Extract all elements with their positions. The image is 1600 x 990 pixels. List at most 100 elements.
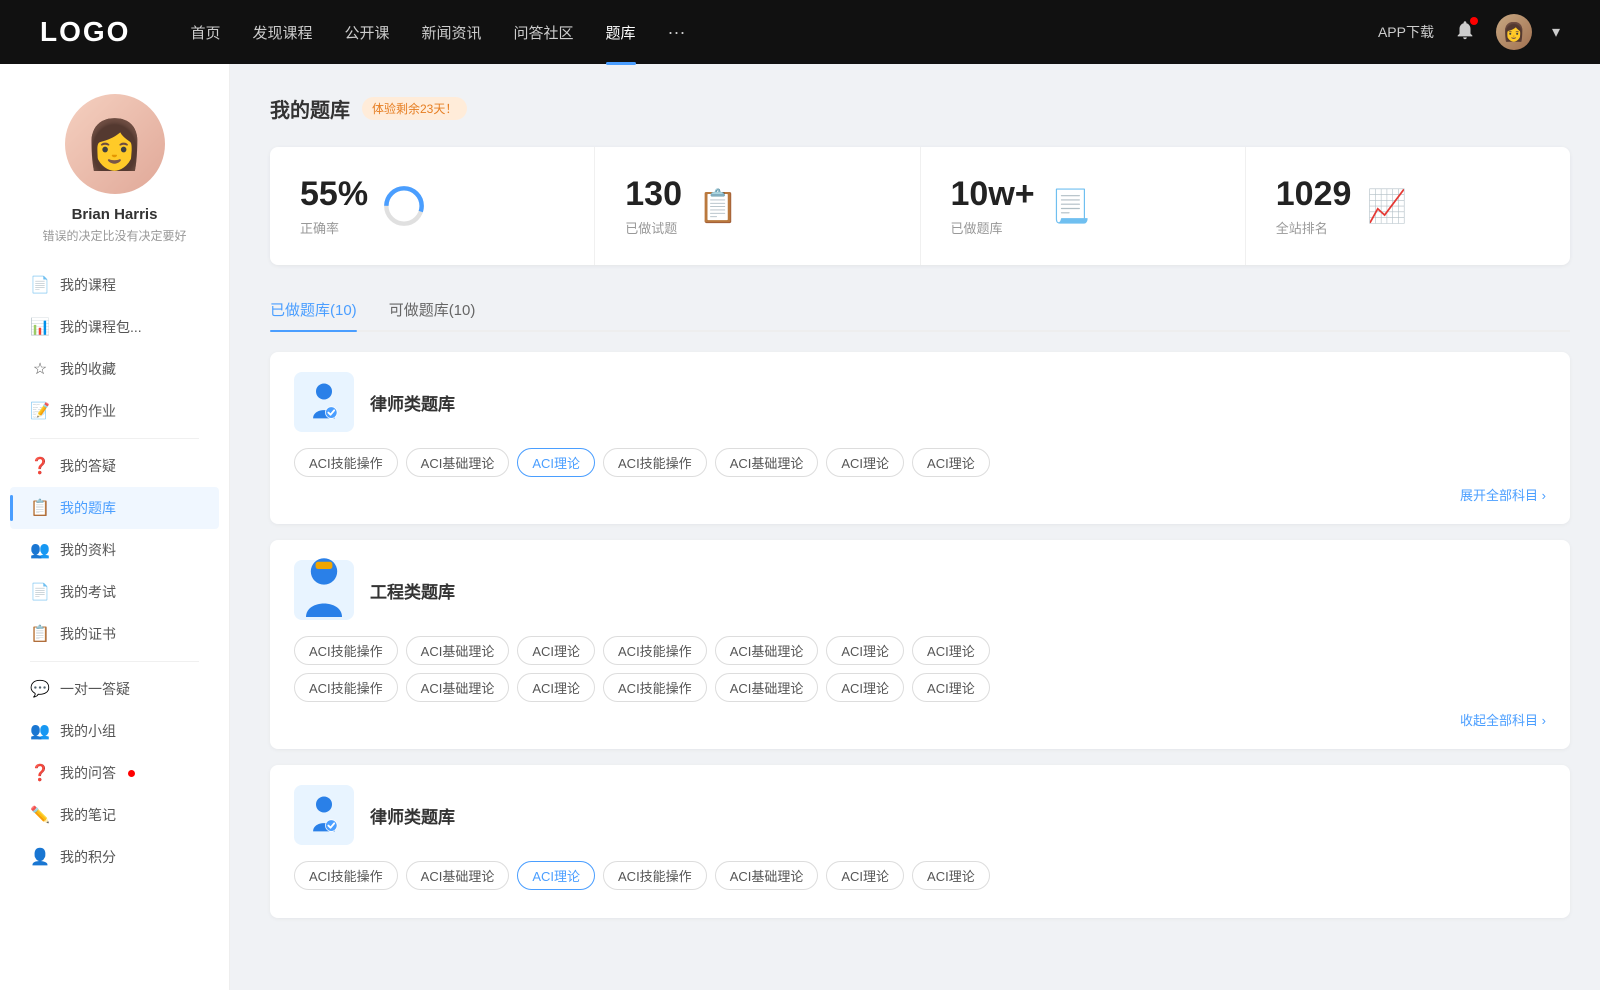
- stat-accuracy: 55% 正确率: [270, 147, 595, 265]
- bank1-tag-0[interactable]: ACI技能操作: [294, 448, 398, 477]
- bank3-tag-6[interactable]: ACI理论: [912, 861, 990, 890]
- sidebar-item-points-label: 我的积分: [60, 847, 116, 867]
- group-icon: 👥: [30, 721, 50, 741]
- done-questions-icon: 📋: [698, 187, 738, 225]
- nav-open[interactable]: 公开课: [344, 22, 389, 43]
- sidebar-item-one-on-one-label: 一对一答疑: [60, 679, 130, 699]
- bank1-tag-1[interactable]: ACI基础理论: [406, 448, 510, 477]
- bank2-tag2-3[interactable]: ACI技能操作: [603, 673, 707, 702]
- nav-qa[interactable]: 问答社区: [514, 22, 574, 43]
- qbank-name-3: 律师类题库: [370, 803, 455, 828]
- qbank-tags-3: ACI技能操作 ACI基础理论 ACI理论 ACI技能操作 ACI基础理论 AC…: [294, 861, 1546, 890]
- bank2-tag-5[interactable]: ACI理论: [826, 636, 904, 665]
- sidebar-divider-2: [30, 661, 199, 662]
- course-icon: 📄: [30, 275, 50, 295]
- sidebar-item-profile[interactable]: 👥 我的资料: [10, 529, 219, 571]
- bank3-tag-5[interactable]: ACI理论: [826, 861, 904, 890]
- bank1-tag-5[interactable]: ACI理论: [826, 448, 904, 477]
- sidebar-item-homework[interactable]: 📝 我的作业: [10, 390, 219, 432]
- accuracy-label: 正确率: [300, 218, 368, 237]
- bank3-tag-0[interactable]: ACI技能操作: [294, 861, 398, 890]
- stat-done-questions: 130 已做试题 📋: [595, 147, 920, 265]
- bank2-tag-6[interactable]: ACI理论: [912, 636, 990, 665]
- notification-dot: [1470, 17, 1478, 25]
- nav-links: 首页 发现课程 公开课 新闻资讯 问答社区 题库 ···: [190, 22, 1378, 43]
- page-header: 我的题库 体验剩余23天！: [270, 94, 1570, 123]
- sidebar-item-group[interactable]: 👥 我的小组: [10, 710, 219, 752]
- sidebar-motto: 错误的决定比没有决定要好: [42, 227, 186, 244]
- sidebar-item-my-answers-label: 我的问答: [60, 763, 116, 783]
- qbank-expand-1[interactable]: 展开全部科目 ›: [294, 485, 1546, 504]
- bank3-tag-2[interactable]: ACI理论: [517, 861, 595, 890]
- qbank-expand-2[interactable]: 收起全部科目 ›: [294, 710, 1546, 729]
- bank2-tag2-1[interactable]: ACI基础理论: [406, 673, 510, 702]
- bank1-tag-2[interactable]: ACI理论: [517, 448, 595, 477]
- homework-icon: 📝: [30, 401, 50, 421]
- bank2-tag2-5[interactable]: ACI理论: [826, 673, 904, 702]
- qbank-card-2: 工程类题库 ACI技能操作 ACI基础理论 ACI理论 ACI技能操作 ACI基…: [270, 540, 1570, 749]
- sidebar-item-exam[interactable]: 📄 我的考试: [10, 571, 219, 613]
- bank1-tag-6[interactable]: ACI理论: [912, 448, 990, 477]
- bank-icon: 📋: [30, 498, 50, 518]
- qbank-tags-2b: ACI技能操作 ACI基础理论 ACI理论 ACI技能操作 ACI基础理论 AC…: [294, 673, 1546, 702]
- sidebar-item-course-package-label: 我的课程包...: [60, 317, 142, 337]
- done-questions-value-block: 130 已做试题: [625, 175, 682, 237]
- stat-done-banks: 10w+ 已做题库 📃: [921, 147, 1246, 265]
- sidebar-item-group-label: 我的小组: [60, 721, 116, 741]
- bank3-tag-1[interactable]: ACI基础理论: [406, 861, 510, 890]
- sidebar-item-points[interactable]: 👤 我的积分: [10, 836, 219, 878]
- sidebar-item-course-package[interactable]: 📊 我的课程包...: [10, 306, 219, 348]
- bank1-tag-4[interactable]: ACI基础理论: [715, 448, 819, 477]
- sidebar-item-notes[interactable]: ✏️ 我的笔记: [10, 794, 219, 836]
- nav-home[interactable]: 首页: [190, 22, 220, 43]
- bank1-tag-3[interactable]: ACI技能操作: [603, 448, 707, 477]
- nav-news[interactable]: 新闻资讯: [422, 22, 482, 43]
- sidebar-name: Brian Harris: [72, 206, 158, 223]
- lawyer-icon-1: [294, 372, 354, 432]
- qbank-tags-2: ACI技能操作 ACI基础理论 ACI理论 ACI技能操作 ACI基础理论 AC…: [294, 636, 1546, 665]
- app-download[interactable]: APP下载: [1378, 22, 1434, 42]
- logo[interactable]: LOGO: [40, 16, 130, 48]
- my-answers-icon: ❓: [30, 763, 50, 783]
- lawyer-icon-3: [294, 785, 354, 845]
- bank2-tag-3[interactable]: ACI技能操作: [603, 636, 707, 665]
- sidebar-item-my-answers[interactable]: ❓ 我的问答: [10, 752, 219, 794]
- tab-todo[interactable]: 可做题库(10): [389, 289, 476, 330]
- sidebar-item-questions[interactable]: ❓ 我的答疑: [10, 445, 219, 487]
- bank2-tag-4[interactable]: ACI基础理论: [715, 636, 819, 665]
- bank2-tag-0[interactable]: ACI技能操作: [294, 636, 398, 665]
- nav-questions[interactable]: 题库: [606, 22, 636, 43]
- avatar[interactable]: 👩: [1496, 14, 1532, 50]
- sidebar-item-collection[interactable]: ☆ 我的收藏: [10, 348, 219, 390]
- navbar-right: APP下载 👩 ▾: [1378, 14, 1560, 50]
- sidebar-item-one-on-one[interactable]: 💬 一对一答疑: [10, 668, 219, 710]
- sidebar-item-bank[interactable]: 📋 我的题库: [10, 487, 219, 529]
- bank2-tag2-4[interactable]: ACI基础理论: [715, 673, 819, 702]
- done-questions-label: 已做试题: [625, 218, 682, 237]
- notification-bell[interactable]: [1454, 19, 1476, 46]
- avatar-chevron[interactable]: ▾: [1552, 22, 1560, 42]
- bank2-tag2-2[interactable]: ACI理论: [517, 673, 595, 702]
- bank2-tag2-6[interactable]: ACI理论: [912, 673, 990, 702]
- sidebar-item-profile-label: 我的资料: [60, 540, 116, 560]
- main-layout: 👩 Brian Harris 错误的决定比没有决定要好 📄 我的课程 📊 我的课…: [0, 64, 1600, 990]
- bank2-tag2-0[interactable]: ACI技能操作: [294, 673, 398, 702]
- bank2-tag-2[interactable]: ACI理论: [517, 636, 595, 665]
- sidebar-item-cert[interactable]: 📋 我的证书: [10, 613, 219, 655]
- nav-more[interactable]: ···: [668, 22, 686, 43]
- sidebar-item-collection-label: 我的收藏: [60, 359, 116, 379]
- tab-done[interactable]: 已做题库(10): [270, 289, 357, 330]
- qbank-tags-1: ACI技能操作 ACI基础理论 ACI理论 ACI技能操作 ACI基础理论 AC…: [294, 448, 1546, 477]
- done-banks-value: 10w+: [951, 175, 1035, 214]
- sidebar-item-my-course[interactable]: 📄 我的课程: [10, 264, 219, 306]
- my-answers-badge: [128, 770, 135, 777]
- stats-row: 55% 正确率 130 已做试题 📋: [270, 147, 1570, 265]
- bank2-tag-1[interactable]: ACI基础理论: [406, 636, 510, 665]
- site-rank-value-block: 1029 全站排名: [1276, 175, 1352, 237]
- bank3-tag-4[interactable]: ACI基础理论: [715, 861, 819, 890]
- nav-discover[interactable]: 发现课程: [252, 22, 312, 43]
- bank3-tag-3[interactable]: ACI技能操作: [603, 861, 707, 890]
- done-banks-icon: 📃: [1051, 187, 1091, 225]
- sidebar-item-exam-label: 我的考试: [60, 582, 116, 602]
- sidebar-menu: 📄 我的课程 📊 我的课程包... ☆ 我的收藏 📝 我的作业 ❓ 我的答疑 �: [0, 264, 229, 878]
